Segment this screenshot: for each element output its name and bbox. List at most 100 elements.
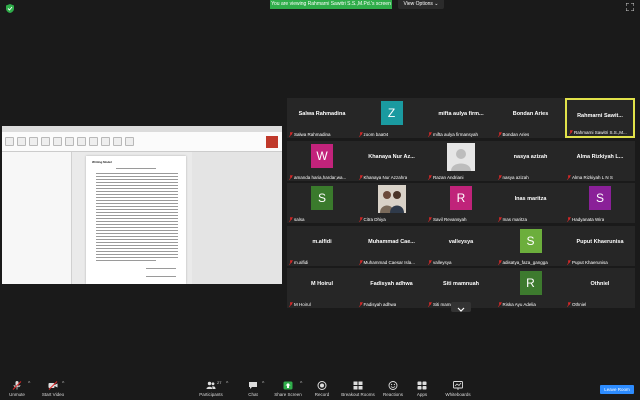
participant-label-text: mifta aulya firmansyah — [433, 132, 479, 137]
participants-options-caret[interactable]: ^ — [226, 381, 228, 387]
participant-name-label: nasya azizah — [497, 174, 529, 180]
profile-photo — [377, 185, 406, 213]
view-options-button[interactable]: View Options ⌄ — [398, 0, 444, 9]
muted-mic-icon — [358, 174, 363, 180]
shared-window-ribbon — [2, 132, 282, 152]
muted-mic-icon — [428, 302, 432, 307]
participant-display-name: Alma Rizkiyah L... — [576, 153, 624, 160]
reactions-label: Reactions — [382, 392, 403, 397]
participant-name-label: Bondan Aries — [497, 132, 530, 137]
muted-mic-icon — [289, 174, 293, 180]
participant-tile[interactable]: Khanaya Nur Az... Khanaya Nur Azzahra — [356, 140, 427, 181]
participant-display-name: m.alfidi — [312, 238, 332, 245]
participant-tile[interactable]: Othniel Othniel — [565, 268, 635, 308]
participant-tile[interactable]: Salwa Rahmadina Salwa Rahmadina — [287, 98, 357, 138]
participant-display-name: Fadisyah adhwa — [370, 281, 413, 287]
participant-tile[interactable]: M Hoirul M Hoirul — [287, 268, 357, 308]
record-button[interactable]: Record — [312, 381, 332, 399]
participant-label-text: zoom baa04 — [363, 132, 389, 137]
smiley-icon — [388, 381, 398, 390]
whiteboards-button[interactable]: Whiteboards — [442, 381, 474, 399]
chat-options-caret[interactable]: ^ — [262, 381, 264, 387]
participant-tile[interactable]: R Savil Revansyah — [426, 183, 496, 223]
participant-tile[interactable]: Wamanda haria,hardar,wa... — [287, 140, 357, 181]
participant-label-text: salsa — [294, 217, 305, 222]
participant-tile[interactable]: Sadisatya_faza_gangga — [495, 225, 566, 266]
unmute-label: Unmute — [9, 392, 25, 397]
share-options-caret[interactable]: ^ — [300, 381, 302, 387]
participant-display-name: mifta aulya firm... — [438, 111, 484, 117]
participant-tile[interactable]: S Hadyanata Wira — [565, 183, 635, 223]
next-page-button[interactable] — [451, 302, 471, 312]
avatar: R — [450, 186, 472, 210]
participant-tile[interactable]: valleysya valleysya — [426, 225, 496, 266]
apps-button[interactable]: Apps — [414, 381, 430, 399]
chat-label: Chat — [248, 392, 258, 397]
participant-label-text: Bondan Aries — [502, 132, 530, 137]
participant-name-label: Inas maritza — [497, 217, 528, 222]
participant-name-label: Fadisyah adhwa — [358, 302, 396, 307]
participant-tile[interactable]: Rahmarni Sawit... Rahmarni Sawitri S.S.,M… — [565, 98, 635, 138]
muted-mic-icon — [569, 130, 573, 135]
breakout-rooms-label: Breakout Rooms — [341, 392, 375, 397]
participant-tile[interactable]: R Riska Ayu Adelia — [495, 268, 566, 308]
share-screen-button[interactable]: Share Screen — [274, 381, 302, 399]
reactions-button[interactable]: Reactions — [382, 381, 404, 399]
unmute-button[interactable]: Unmute — [6, 381, 28, 399]
participants-icon — [206, 381, 216, 389]
participant-tile[interactable]: Citra Dhiya — [356, 183, 427, 223]
participant-label-text: Muhammad Caesar Isla... — [363, 259, 416, 265]
breakout-rooms-button[interactable]: Breakout Rooms — [340, 381, 376, 399]
muted-mic-icon — [358, 302, 363, 307]
participant-tile[interactable]: Inas maritza Inas maritza — [495, 183, 566, 223]
breakout-rooms-icon — [353, 381, 363, 390]
participants-button[interactable]: Participants — [196, 381, 226, 399]
muted-mic-icon — [358, 259, 363, 265]
participant-name-label: Savil Revansyah — [428, 217, 467, 222]
participant-tile[interactable]: m.alfidi m.alfidi — [287, 225, 357, 266]
video-options-caret[interactable]: ^ — [62, 381, 64, 387]
participant-display-name: nasya azizah — [513, 153, 548, 160]
participant-tile[interactable]: mifta aulya firm... mifta aulya firmansya… — [426, 98, 496, 138]
participant-label-text: Puput Khaerunisa — [572, 259, 608, 265]
participant-tile[interactable]: Muhammad Cae... Muhammad Caesar Isla... — [356, 225, 427, 266]
participants-label: Participants — [199, 392, 223, 397]
participant-name-label: M Hoirul — [289, 302, 311, 307]
shared-screen[interactable]: Writing Model — [2, 126, 282, 284]
muted-mic-icon — [428, 132, 432, 137]
participant-tile[interactable]: Bondan Aries Bondan Aries — [495, 98, 566, 138]
participant-name-label: Othniel — [567, 302, 586, 307]
participant-name-label: m.alfidi — [289, 259, 308, 265]
participant-label-text: Citra Dhiya — [363, 217, 386, 222]
participant-tile[interactable]: Razan Andriani — [426, 140, 496, 181]
participant-label-text: Inas maritza — [502, 217, 528, 222]
muted-mic-icon — [289, 259, 293, 265]
participant-label-text: M Hoirul — [294, 302, 311, 307]
participant-tile[interactable]: Ssalsa — [287, 183, 357, 223]
apps-icon — [417, 381, 427, 390]
participant-tile[interactable]: Fadisyah adhwa Fadisyah adhwa — [356, 268, 427, 308]
participant-name-label: Alma Rizkiyah L N S — [567, 174, 613, 180]
participant-name-label: zoom baa04 — [358, 132, 389, 137]
participant-label-text: Savil Revansyah — [433, 217, 467, 222]
participant-label-text: amanda haria,hardar,wa... — [294, 174, 347, 180]
participant-tile[interactable]: Puput Khaerunisa Puput Khaerunisa — [565, 225, 635, 266]
participant-tile[interactable]: Alma Rizkiyah L... Alma Rizkiyah L N S — [565, 140, 635, 181]
fullscreen-icon[interactable] — [626, 3, 634, 11]
participant-name-label: Khanaya Nur Azzahra — [358, 174, 407, 180]
participant-display-name: Rahmarni Sawit... — [577, 113, 623, 119]
participant-name-label: salsa — [289, 217, 305, 222]
participant-tile[interactable]: Zzoom baa04 — [356, 98, 427, 138]
muted-mic-icon — [567, 174, 571, 180]
avatar: R — [519, 271, 542, 295]
security-shield-icon[interactable] — [6, 4, 14, 13]
chat-button[interactable]: Chat — [244, 381, 262, 399]
muted-mic-icon — [497, 259, 502, 265]
audio-options-caret[interactable]: ^ — [28, 381, 30, 387]
leave-room-button[interactable]: Leave Room — [600, 385, 634, 394]
participant-name-label: Rahmarni Sawitri S.S.,M... — [569, 130, 627, 135]
share-screen-icon — [283, 381, 293, 390]
avatar: W — [311, 143, 333, 168]
participant-tile[interactable]: nasya azizah nasya azizah — [495, 140, 566, 181]
participant-display-name: Inas maritza — [514, 196, 547, 202]
